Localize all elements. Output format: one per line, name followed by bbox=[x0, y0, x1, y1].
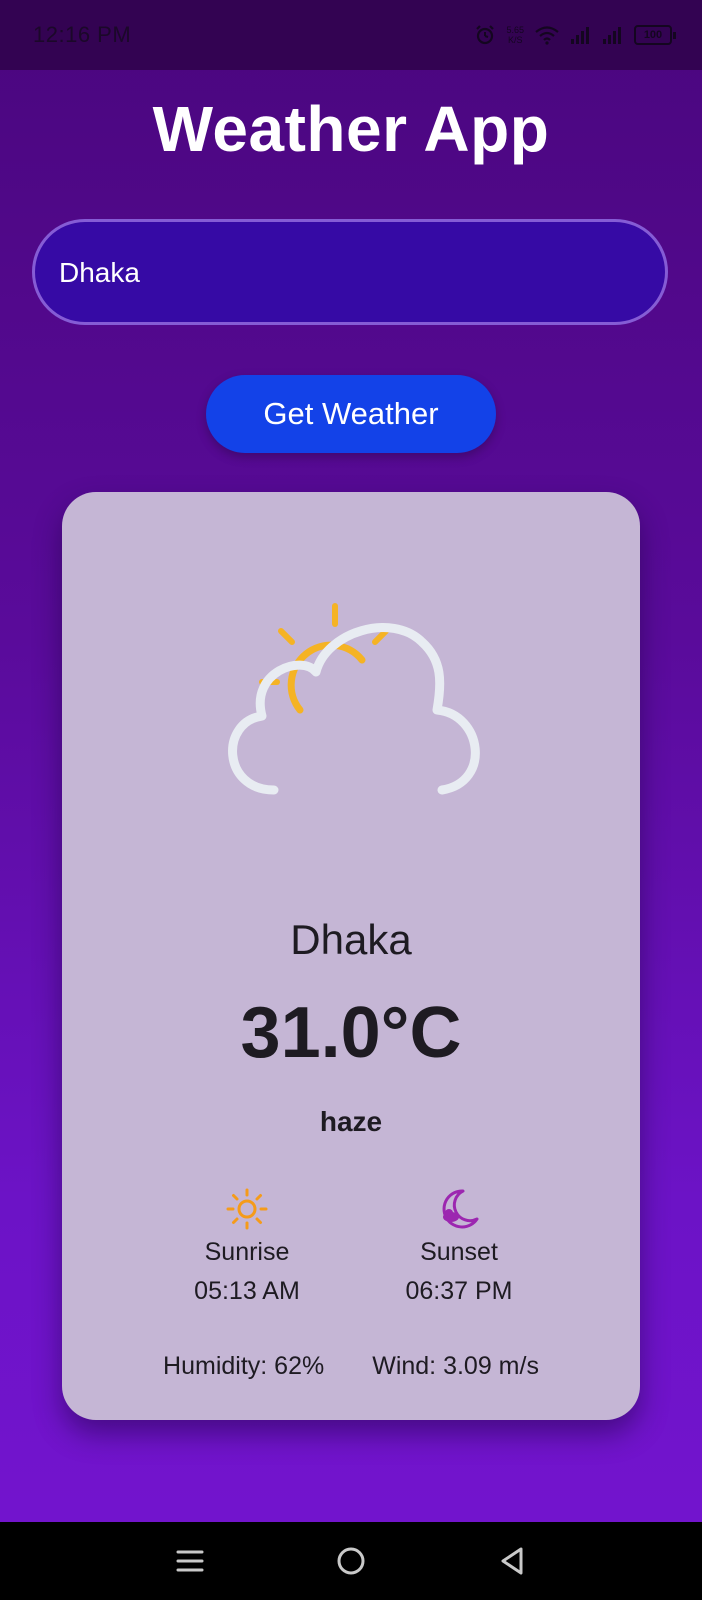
home-icon[interactable] bbox=[335, 1545, 367, 1577]
status-bar: 12:16 PM 5.65 K/S 100 bbox=[0, 0, 702, 70]
wind-text: Wind: 3.09 m/s bbox=[372, 1352, 539, 1380]
net-speed-value: 5.65 bbox=[506, 25, 524, 35]
back-icon[interactable] bbox=[497, 1545, 527, 1577]
system-nav-bar bbox=[0, 1522, 702, 1600]
signal-icon bbox=[570, 25, 592, 45]
city-search-field[interactable] bbox=[32, 219, 668, 325]
status-icons: 5.65 K/S 100 bbox=[474, 24, 676, 46]
partly-cloudy-icon bbox=[192, 602, 492, 802]
city-name: Dhaka bbox=[290, 916, 412, 963]
sunrise-time: 05:13 AM bbox=[194, 1277, 300, 1305]
menu-icon[interactable] bbox=[175, 1546, 205, 1576]
battery-icon: 100 bbox=[634, 25, 676, 45]
sunrise-icon bbox=[137, 1184, 357, 1234]
alarm-icon bbox=[474, 24, 496, 46]
weather-stats: Humidity: 62% Wind: 3.09 m/s bbox=[62, 1352, 640, 1381]
page-title: Weather App bbox=[152, 93, 550, 165]
net-speed-unit: K/S bbox=[507, 35, 523, 45]
wifi-icon bbox=[534, 25, 560, 45]
battery-level: 100 bbox=[634, 25, 672, 45]
temperature: 31.0°C bbox=[240, 993, 462, 1073]
sunset-block: Sunset 06:37 PM bbox=[349, 1184, 569, 1306]
signal-icon bbox=[602, 25, 624, 45]
sunrise-label: Sunrise bbox=[204, 1238, 290, 1266]
status-time: 12:16 PM bbox=[33, 22, 132, 47]
sunrise-block: Sunrise 05:13 AM bbox=[137, 1184, 357, 1306]
sunset-time: 06:37 PM bbox=[405, 1277, 513, 1305]
moon-icon bbox=[349, 1184, 569, 1234]
weather-condition: haze bbox=[319, 1106, 383, 1137]
sunset-label: Sunset bbox=[420, 1238, 498, 1266]
get-weather-button[interactable]: Get Weather bbox=[206, 375, 496, 453]
city-search-input[interactable] bbox=[57, 222, 641, 324]
humidity-text: Humidity: 62% bbox=[163, 1352, 325, 1380]
weather-card: Dhaka 31.0°C haze Sunrise 05:13 AM Sunse… bbox=[62, 492, 640, 1420]
net-speed: 5.65 K/S bbox=[506, 25, 524, 45]
